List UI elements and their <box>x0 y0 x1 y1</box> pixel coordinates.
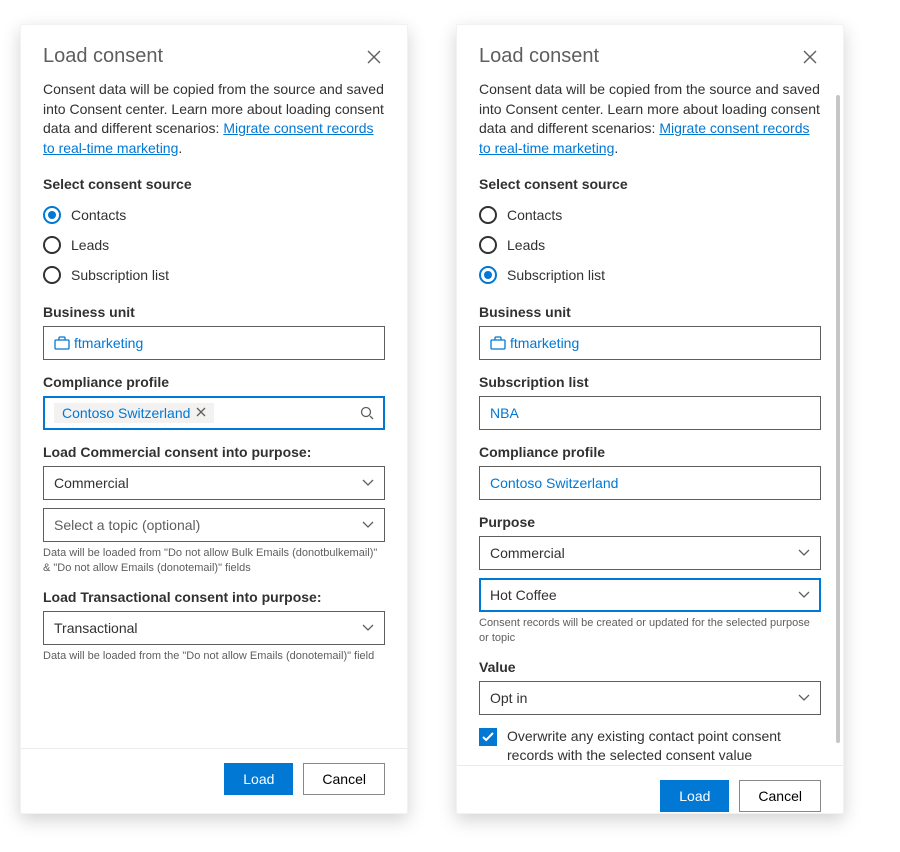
panel-footer: Load Cancel <box>457 765 843 812</box>
compliance-profile-label: Compliance profile <box>43 374 385 390</box>
subscription-list-label: Subscription list <box>479 374 821 390</box>
chevron-down-icon <box>362 479 374 487</box>
select-source-label: Select consent source <box>479 176 821 192</box>
radio-icon <box>479 206 497 224</box>
intro-text: Consent data will be copied from the sou… <box>479 80 821 158</box>
radio-leads[interactable]: Leads <box>43 236 385 254</box>
purpose-select[interactable]: Commercial <box>479 536 821 570</box>
intro-text: Consent data will be copied from the sou… <box>43 80 385 158</box>
transactional-purpose-label: Load Transactional consent into purpose: <box>43 589 385 605</box>
intro-dot: . <box>178 140 182 156</box>
chevron-down-icon <box>362 624 374 632</box>
load-button[interactable]: Load <box>660 780 729 812</box>
commercial-purpose-value: Commercial <box>54 475 129 491</box>
business-unit-value: ftmarketing <box>510 335 579 351</box>
panel-title: Load consent <box>479 45 599 68</box>
business-unit-label: Business unit <box>479 304 821 320</box>
compliance-profile-input[interactable]: Contoso Switzerland <box>43 396 385 430</box>
briefcase-icon <box>490 336 506 350</box>
panel-header: Load consent <box>43 45 385 68</box>
purpose-helper: Consent records will be created or updat… <box>479 616 821 645</box>
radio-icon <box>479 266 497 284</box>
topic-select[interactable]: Select a topic (optional) <box>43 508 385 542</box>
transactional-purpose-select[interactable]: Transactional <box>43 611 385 645</box>
purpose-value: Commercial <box>490 545 565 561</box>
commercial-purpose-select[interactable]: Commercial <box>43 466 385 500</box>
select-source-label: Select consent source <box>43 176 385 192</box>
scrollbar[interactable] <box>836 95 840 743</box>
value-value: Opt in <box>490 690 527 706</box>
radio-label: Subscription list <box>71 267 169 283</box>
business-unit-label: Business unit <box>43 304 385 320</box>
subscription-list-input[interactable]: NBA <box>479 396 821 430</box>
chip-remove-icon[interactable] <box>196 406 206 420</box>
checkbox-checked-icon <box>479 728 497 746</box>
chevron-down-icon <box>798 549 810 557</box>
radio-label: Leads <box>507 237 545 253</box>
overwrite-checkbox-row[interactable]: Overwrite any existing contact point con… <box>479 727 821 765</box>
transactional-helper: Data will be loaded from the "Do not all… <box>43 649 385 663</box>
radio-icon <box>43 206 61 224</box>
chip-text: Contoso Switzerland <box>62 405 190 421</box>
radio-label: Contacts <box>507 207 562 223</box>
close-icon[interactable] <box>363 46 385 68</box>
chevron-down-icon <box>798 591 810 599</box>
compliance-profile-chip: Contoso Switzerland <box>54 403 214 423</box>
chevron-down-icon <box>362 521 374 529</box>
subscription-list-value: NBA <box>490 405 519 421</box>
close-icon[interactable] <box>799 46 821 68</box>
search-icon[interactable] <box>360 406 374 420</box>
panel-footer: Load Cancel <box>21 748 407 795</box>
purpose-label: Purpose <box>479 514 821 530</box>
radio-subscription-list[interactable]: Subscription list <box>479 266 821 284</box>
radio-label: Leads <box>71 237 109 253</box>
intro-dot: . <box>614 140 618 156</box>
business-unit-input[interactable]: ftmarketing <box>43 326 385 360</box>
briefcase-icon <box>54 336 70 350</box>
compliance-profile-input[interactable]: Contoso Switzerland <box>479 466 821 500</box>
topic-placeholder: Select a topic (optional) <box>54 517 200 533</box>
radio-label: Contacts <box>71 207 126 223</box>
cancel-button[interactable]: Cancel <box>303 763 385 795</box>
load-button[interactable]: Load <box>224 763 293 795</box>
compliance-profile-value: Contoso Switzerland <box>490 475 618 491</box>
value-select[interactable]: Opt in <box>479 681 821 715</box>
radio-label: Subscription list <box>507 267 605 283</box>
radio-contacts[interactable]: Contacts <box>43 206 385 224</box>
radio-leads[interactable]: Leads <box>479 236 821 254</box>
commercial-purpose-label: Load Commercial consent into purpose: <box>43 444 385 460</box>
load-consent-panel-sublist: Load consent Consent data will be copied… <box>456 24 844 814</box>
overwrite-label: Overwrite any existing contact point con… <box>507 727 821 765</box>
panel-header: Load consent <box>479 45 821 68</box>
topic-value: Hot Coffee <box>490 587 557 603</box>
business-unit-value: ftmarketing <box>74 335 143 351</box>
radio-icon <box>479 236 497 254</box>
radio-icon <box>43 236 61 254</box>
radio-icon <box>43 266 61 284</box>
panel-title: Load consent <box>43 45 163 68</box>
load-consent-panel-contacts: Load consent Consent data will be copied… <box>20 24 408 814</box>
chevron-down-icon <box>798 694 810 702</box>
compliance-profile-label: Compliance profile <box>479 444 821 460</box>
radio-subscription-list[interactable]: Subscription list <box>43 266 385 284</box>
topic-select[interactable]: Hot Coffee <box>479 578 821 612</box>
radio-contacts[interactable]: Contacts <box>479 206 821 224</box>
transactional-purpose-value: Transactional <box>54 620 138 636</box>
business-unit-input[interactable]: ftmarketing <box>479 326 821 360</box>
cancel-button[interactable]: Cancel <box>739 780 821 812</box>
commercial-helper: Data will be loaded from "Do not allow B… <box>43 546 385 575</box>
value-label: Value <box>479 659 821 675</box>
